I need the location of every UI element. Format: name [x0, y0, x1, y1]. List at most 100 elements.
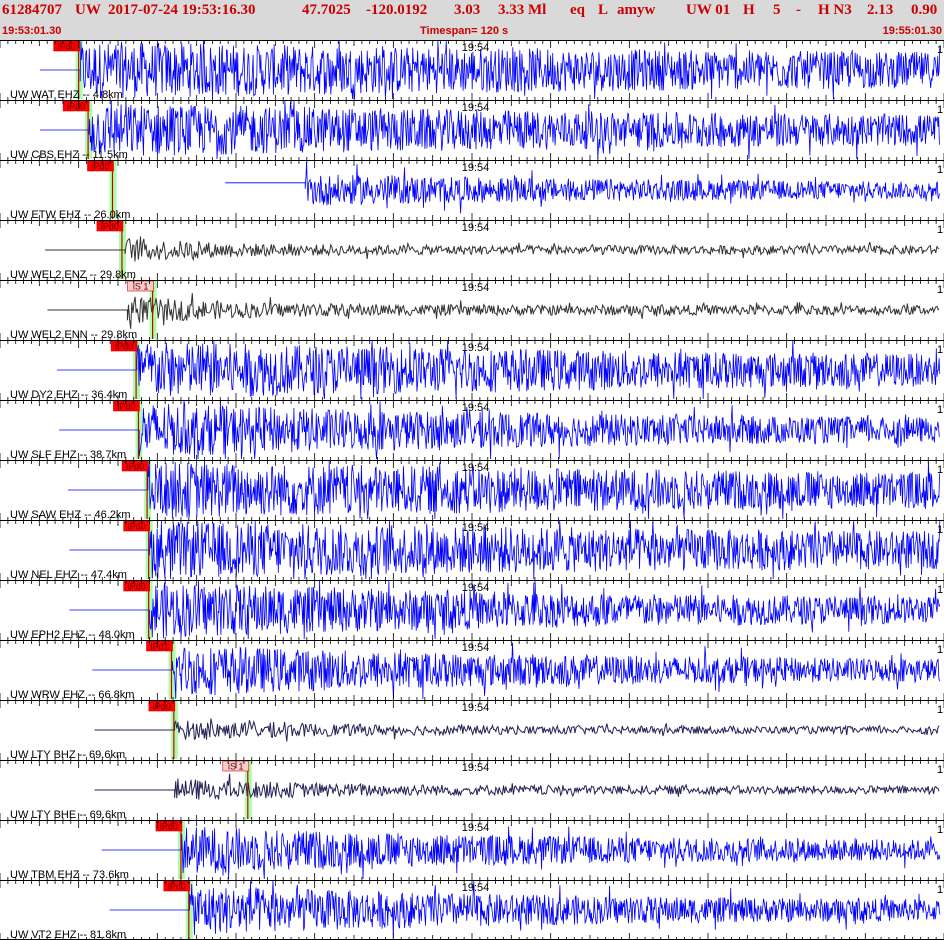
- trace-waveform: [101, 826, 941, 880]
- event-type: eq: [570, 2, 585, 18]
- event-latitude: 47.7025: [302, 2, 351, 18]
- minute-marker-label: 19:54: [462, 42, 490, 54]
- trace-waveform: [109, 880, 941, 940]
- minute-marker-label: 19:54: [462, 822, 490, 834]
- event-location-flag: L: [598, 2, 609, 18]
- scale-label: 1: [937, 824, 943, 836]
- end-time: 19:55:01.30: [882, 25, 942, 37]
- scale-label: 1: [937, 404, 943, 416]
- minute-marker-label: 19:54: [462, 762, 490, 774]
- pick-label: iPd0: [153, 702, 171, 712]
- channel-panel: iPd0 19:54 1 UW SLF EHZ -- 38.7km: [0, 400, 944, 461]
- minute-marker-label: 19:54: [462, 282, 490, 294]
- pick-label: iPd0: [58, 42, 76, 52]
- pick-label: iPd0: [128, 522, 146, 532]
- event-dash: -: [796, 2, 801, 18]
- channel-panel: iPd0 19:54 1UW SAW EHZ -- 46.2km: [0, 460, 944, 521]
- scale-label: 1: [937, 224, 943, 236]
- trace-waveform: [69, 580, 941, 640]
- minute-marker-label: 19:54: [462, 582, 490, 594]
- event-review-code: H N3: [818, 2, 852, 18]
- event-header: 61284707 UW 2017-07-24 19:53:16.30 47.70…: [0, 0, 944, 40]
- trace-waveform: [94, 718, 940, 742]
- trace-waveform: [92, 642, 940, 700]
- pick-label: iPd0: [168, 882, 186, 892]
- scale-label: 1: [937, 284, 943, 296]
- minute-marker-label: 19:54: [462, 102, 490, 114]
- minute-marker-label: 19:54: [462, 522, 490, 534]
- channel-label: UW VT2 EHZ -- 81.8km: [10, 929, 126, 940]
- channel-label: UW SAW EHZ -- 46.2km: [10, 509, 131, 521]
- start-time: 19:53:01.30: [2, 25, 62, 37]
- trace-waveform: [225, 161, 940, 214]
- scale-label: 1: [937, 344, 943, 356]
- event-network: UW: [75, 2, 101, 18]
- channel-label: UW NEL EHZ -- 47.4km: [10, 569, 127, 581]
- channel-panel: iPd0 19:54 1 UW LTY BHZ -- 69.6km: [0, 700, 944, 761]
- channel-panel: iPd0 19:54 1UW ETW EHZ -- 26.0km: [0, 160, 944, 221]
- channel-panel: iPd0 19:54 1 UW WAT EHZ -- 4.8km: [0, 40, 944, 101]
- minute-marker-label: 19:54: [462, 462, 490, 474]
- minute-marker-label: 19:54: [462, 402, 490, 414]
- trace-waveform: [56, 340, 941, 400]
- scale-label: 1: [937, 584, 943, 596]
- seismogram-plot: iPd0 19:54 1UW WAT EHZ -- 4.8kmiPd0 19:54 1U…: [0, 40, 944, 940]
- channel-label: UW TBM EHZ -- 73.6km: [10, 869, 129, 881]
- minute-marker-label: 19:54: [462, 882, 490, 894]
- scale-label: 1: [937, 764, 943, 776]
- channel-panel: iPd0 19:54 1 UW NEL EHZ -- 47.4km: [0, 520, 944, 581]
- event-value-b: 0.90: [911, 2, 938, 18]
- channel-label: UW WRW EHZ -- 66.8km: [10, 689, 134, 701]
- scale-label: 1: [937, 104, 943, 116]
- scale-label: 1: [937, 704, 943, 716]
- channel-panel: iPd1 19:54 1 UW WRW EHZ -- 66.8km: [0, 640, 944, 701]
- channel-panel: iS 1 19:54 1UW WEL2 ENN -- 29.8km: [0, 280, 944, 341]
- channel-label: UW WEL2 ENZ -- 29.8km: [10, 269, 136, 281]
- event-value-a: 2.13: [867, 2, 894, 18]
- trace-waveform: [69, 520, 941, 580]
- pick-label: iPd0: [128, 582, 146, 592]
- event-analyst: amyw: [617, 2, 656, 18]
- channel-panel: iPd0 19:54 1 UW VT2 EHZ -- 81.8km: [0, 880, 944, 940]
- trace-waveform: [67, 460, 940, 520]
- event-solution-source: UW 01: [686, 2, 731, 18]
- channel-panel: iPd0 19:54 1UW WEL2 ENZ -- 29.8km: [0, 220, 944, 281]
- channel-panel: iPd0 19:54 1 UW EPH2 EHZ -- 48.0km: [0, 580, 944, 641]
- channel-label: UW EPH2 EHZ -- 48.0km: [10, 629, 135, 641]
- event-magnitude: 3.33 Ml: [498, 2, 547, 18]
- event-phase-count: 5: [773, 2, 781, 18]
- scale-label: 1: [937, 884, 943, 896]
- channel-panel: iPd0 19:54 1UW CBS EHZ -- 11.5km: [0, 100, 944, 161]
- trace-waveform: [94, 773, 940, 800]
- channel-label: UW ETW EHZ -- 26.0km: [10, 209, 130, 221]
- pick-label: iPd1: [150, 642, 168, 652]
- channel-label: UW LTY BHZ -- 69.6km: [10, 749, 125, 761]
- channel-label: UW WAT EHZ -- 4.8km: [10, 89, 123, 101]
- event-datetime: 2017-07-24 19:53:16.30: [108, 2, 256, 18]
- scale-label: 1: [937, 464, 943, 476]
- pick-label: iPd0: [67, 102, 85, 112]
- pick-label: iPd0: [160, 822, 178, 832]
- event-quality: H: [743, 2, 755, 18]
- trace-waveform: [45, 236, 940, 262]
- scale-label: 1: [937, 524, 943, 536]
- minute-marker-label: 19:54: [462, 222, 490, 234]
- minute-marker-label: 19:54: [462, 702, 490, 714]
- event-summary-line: 61284707 UW 2017-07-24 19:53:16.30 47.70…: [0, 2, 944, 24]
- time-range-line: 19:53:01.30 Timespan= 120 s 19:55:01.30: [0, 25, 944, 39]
- minute-marker-label: 19:54: [462, 342, 490, 354]
- pick-label: iS 1: [133, 282, 149, 292]
- minute-marker-label: 19:54: [462, 642, 490, 654]
- trace-waveform: [40, 40, 941, 100]
- channel-label: UW LTY BHE -- 69.6km: [10, 809, 126, 821]
- event-depth: 3.03: [454, 2, 481, 18]
- scale-label: 1: [937, 164, 943, 176]
- channel-panel: iS 1 19:54 1UW LTY BHE -- 69.6km: [0, 760, 944, 821]
- channel-label: UW SLF EHZ -- 38.7km: [10, 449, 126, 461]
- pick-label: iPd0: [117, 402, 135, 412]
- timespan-label: Timespan= 120 s: [420, 25, 509, 37]
- trace-waveform: [59, 400, 940, 460]
- event-longitude: -120.0192: [366, 2, 428, 18]
- scale-label: 1: [937, 44, 943, 56]
- channel-panel: iPd0 19:54 1 UW TBM EHZ -- 73.6km: [0, 820, 944, 881]
